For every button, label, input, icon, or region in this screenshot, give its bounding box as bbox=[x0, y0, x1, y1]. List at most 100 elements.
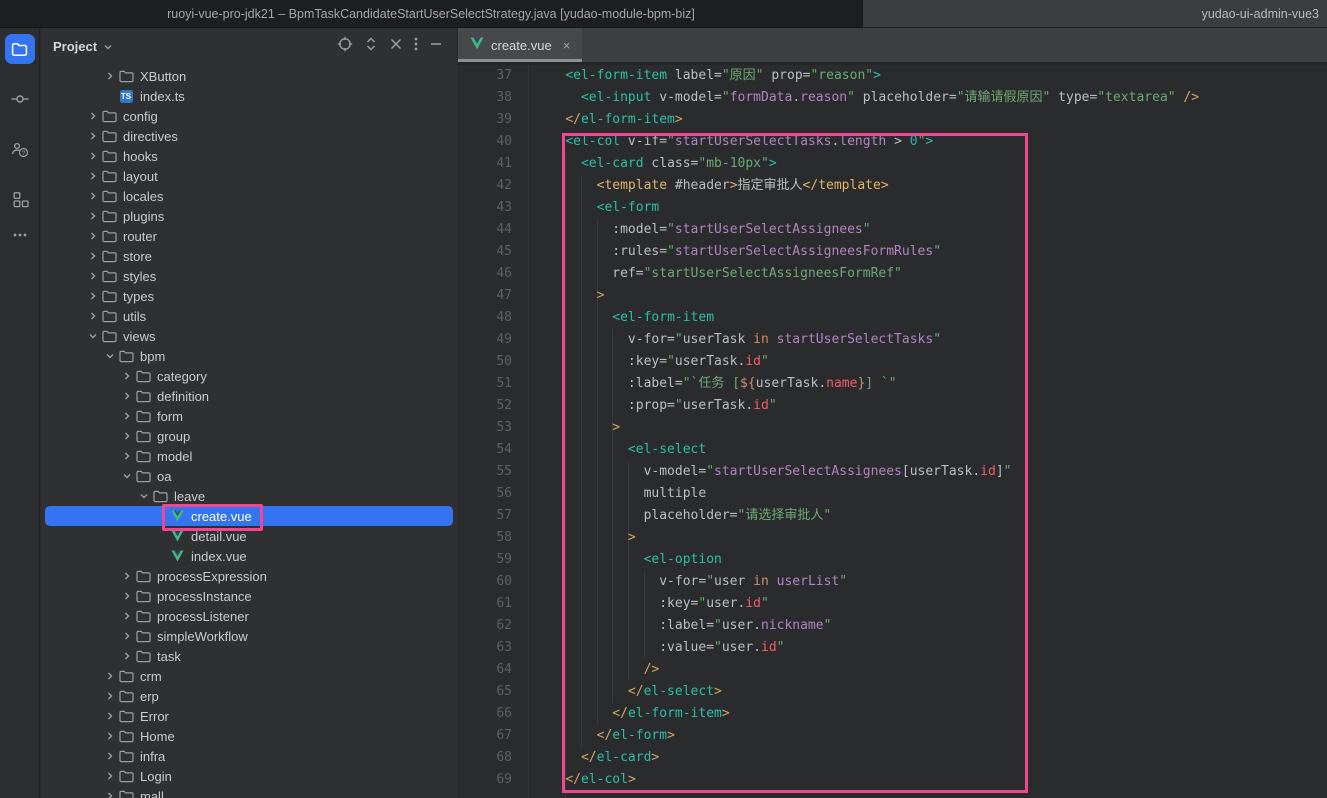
tree-item-model[interactable]: model bbox=[45, 446, 453, 466]
chevron-right-icon[interactable] bbox=[119, 628, 135, 644]
pull-requests-tool-button[interactable]: ? bbox=[5, 134, 35, 164]
token-punc: </ bbox=[597, 728, 613, 743]
tab-close-icon[interactable]: × bbox=[563, 38, 571, 53]
modules-tool-button[interactable] bbox=[5, 184, 35, 214]
token-str: "reason" bbox=[810, 68, 873, 83]
chevron-right-icon[interactable] bbox=[119, 408, 135, 424]
tree-item-processListener[interactable]: processListener bbox=[45, 606, 453, 626]
chevron-right-icon[interactable] bbox=[102, 728, 118, 744]
token-prop: id bbox=[980, 464, 996, 479]
tree-item-crm[interactable]: crm bbox=[45, 666, 453, 686]
tree-item-views[interactable]: views bbox=[45, 326, 453, 346]
chevron-right-icon[interactable] bbox=[119, 648, 135, 664]
tree-item-locales[interactable]: locales bbox=[45, 186, 453, 206]
tree-item-mall[interactable]: mall bbox=[45, 786, 453, 798]
expand-collapse-icon[interactable] bbox=[364, 36, 378, 57]
tree-item-label: hooks bbox=[123, 149, 158, 164]
chevron-down-icon[interactable] bbox=[102, 348, 118, 364]
tree-item-form[interactable]: form bbox=[45, 406, 453, 426]
code-line-47: > bbox=[534, 285, 1327, 307]
chevron-right-icon[interactable] bbox=[85, 188, 101, 204]
chevron-down-icon[interactable] bbox=[119, 468, 135, 484]
chevron-right-icon[interactable] bbox=[119, 448, 135, 464]
chevron-right-icon[interactable] bbox=[102, 788, 118, 798]
tree-item-detail-vue[interactable]: detail.vue bbox=[45, 526, 453, 546]
collapse-all-icon[interactable] bbox=[389, 37, 403, 56]
options-kebab-icon[interactable] bbox=[414, 36, 418, 57]
tree-item-directives[interactable]: directives bbox=[45, 126, 453, 146]
tree-item-leave[interactable]: leave bbox=[45, 486, 453, 506]
tree-item-index-vue[interactable]: index.vue bbox=[45, 546, 453, 566]
tree-item-Login[interactable]: Login bbox=[45, 766, 453, 786]
tree-item-XButton[interactable]: XButton bbox=[45, 66, 453, 86]
tree-item-oa[interactable]: oa bbox=[45, 466, 453, 486]
tree-item-processExpression[interactable]: processExpression bbox=[45, 566, 453, 586]
chevron-right-icon[interactable] bbox=[85, 288, 101, 304]
chevron-right-icon[interactable] bbox=[85, 208, 101, 224]
chevron-right-icon[interactable] bbox=[119, 568, 135, 584]
folder-icon bbox=[118, 348, 134, 364]
chevron-right-icon[interactable] bbox=[119, 428, 135, 444]
tree-item-types[interactable]: types bbox=[45, 286, 453, 306]
chevron-down-icon[interactable] bbox=[85, 328, 101, 344]
tree-item-processInstance[interactable]: processInstance bbox=[45, 586, 453, 606]
commit-tool-button[interactable] bbox=[5, 84, 35, 114]
chevron-right-icon[interactable] bbox=[85, 148, 101, 164]
code-editor[interactable]: 3738394041424344454647484950515253545556… bbox=[458, 65, 1327, 798]
chevron-right-icon[interactable] bbox=[85, 268, 101, 284]
chevron-right-icon[interactable] bbox=[102, 68, 118, 84]
tree-item-utils[interactable]: utils bbox=[45, 306, 453, 326]
tree-item-label: Login bbox=[140, 769, 172, 784]
tree-item-plugins[interactable]: plugins bbox=[45, 206, 453, 226]
chevron-right-icon[interactable] bbox=[102, 768, 118, 784]
chevron-right-icon[interactable] bbox=[85, 108, 101, 124]
vue-file-icon bbox=[470, 37, 484, 53]
project-tool-button[interactable] bbox=[5, 34, 35, 64]
tree-item-index-ts[interactable]: TSindex.ts bbox=[45, 86, 453, 106]
hide-panel-icon[interactable] bbox=[429, 37, 443, 56]
chevron-spacer bbox=[153, 508, 169, 524]
chevron-right-icon[interactable] bbox=[85, 128, 101, 144]
tab-create-vue[interactable]: create.vue × bbox=[458, 28, 582, 62]
chevron-right-icon[interactable] bbox=[85, 228, 101, 244]
chevron-right-icon[interactable] bbox=[85, 168, 101, 184]
more-tools-button[interactable] bbox=[5, 220, 35, 250]
chevron-right-icon[interactable] bbox=[119, 588, 135, 604]
token-str: " bbox=[667, 222, 675, 237]
tree-item-Home[interactable]: Home bbox=[45, 726, 453, 746]
chevron-right-icon[interactable] bbox=[85, 248, 101, 264]
folder-icon bbox=[101, 248, 117, 264]
tree-item-definition[interactable]: definition bbox=[45, 386, 453, 406]
tree-item-Error[interactable]: Error bbox=[45, 706, 453, 726]
tree-item-bpm[interactable]: bpm bbox=[45, 346, 453, 366]
folder-icon bbox=[135, 448, 151, 464]
chevron-down-icon[interactable] bbox=[136, 488, 152, 504]
tree-item-store[interactable]: store bbox=[45, 246, 453, 266]
tree-item-infra[interactable]: infra bbox=[45, 746, 453, 766]
chevron-right-icon[interactable] bbox=[102, 668, 118, 684]
tree-item-category[interactable]: category bbox=[45, 366, 453, 386]
chevron-down-icon[interactable] bbox=[103, 38, 113, 56]
tree-item-router[interactable]: router bbox=[45, 226, 453, 246]
token-punc: </ bbox=[612, 706, 628, 721]
chevron-right-icon[interactable] bbox=[85, 308, 101, 324]
chevron-right-icon[interactable] bbox=[119, 608, 135, 624]
tree-item-simpleWorkflow[interactable]: simpleWorkflow bbox=[45, 626, 453, 646]
chevron-right-icon[interactable] bbox=[102, 688, 118, 704]
tree-item-create-vue[interactable]: create.vue bbox=[45, 506, 453, 526]
tree-item-hooks[interactable]: hooks bbox=[45, 146, 453, 166]
chevron-right-icon[interactable] bbox=[119, 388, 135, 404]
code-line-60: v-for="user in userList" bbox=[534, 571, 1327, 593]
locate-opened-file-icon[interactable] bbox=[337, 36, 353, 57]
tree-item-task[interactable]: task bbox=[45, 646, 453, 666]
tree-item-config[interactable]: config bbox=[45, 106, 453, 126]
line-number: 59 bbox=[458, 549, 512, 571]
tree-item-layout[interactable]: layout bbox=[45, 166, 453, 186]
chevron-right-icon[interactable] bbox=[102, 708, 118, 724]
tree-item-group[interactable]: group bbox=[45, 426, 453, 446]
chevron-right-icon[interactable] bbox=[102, 748, 118, 764]
tree-item-erp[interactable]: erp bbox=[45, 686, 453, 706]
tree-item-styles[interactable]: styles bbox=[45, 266, 453, 286]
chevron-right-icon[interactable] bbox=[119, 368, 135, 384]
project-panel-title[interactable]: Project bbox=[53, 39, 97, 54]
